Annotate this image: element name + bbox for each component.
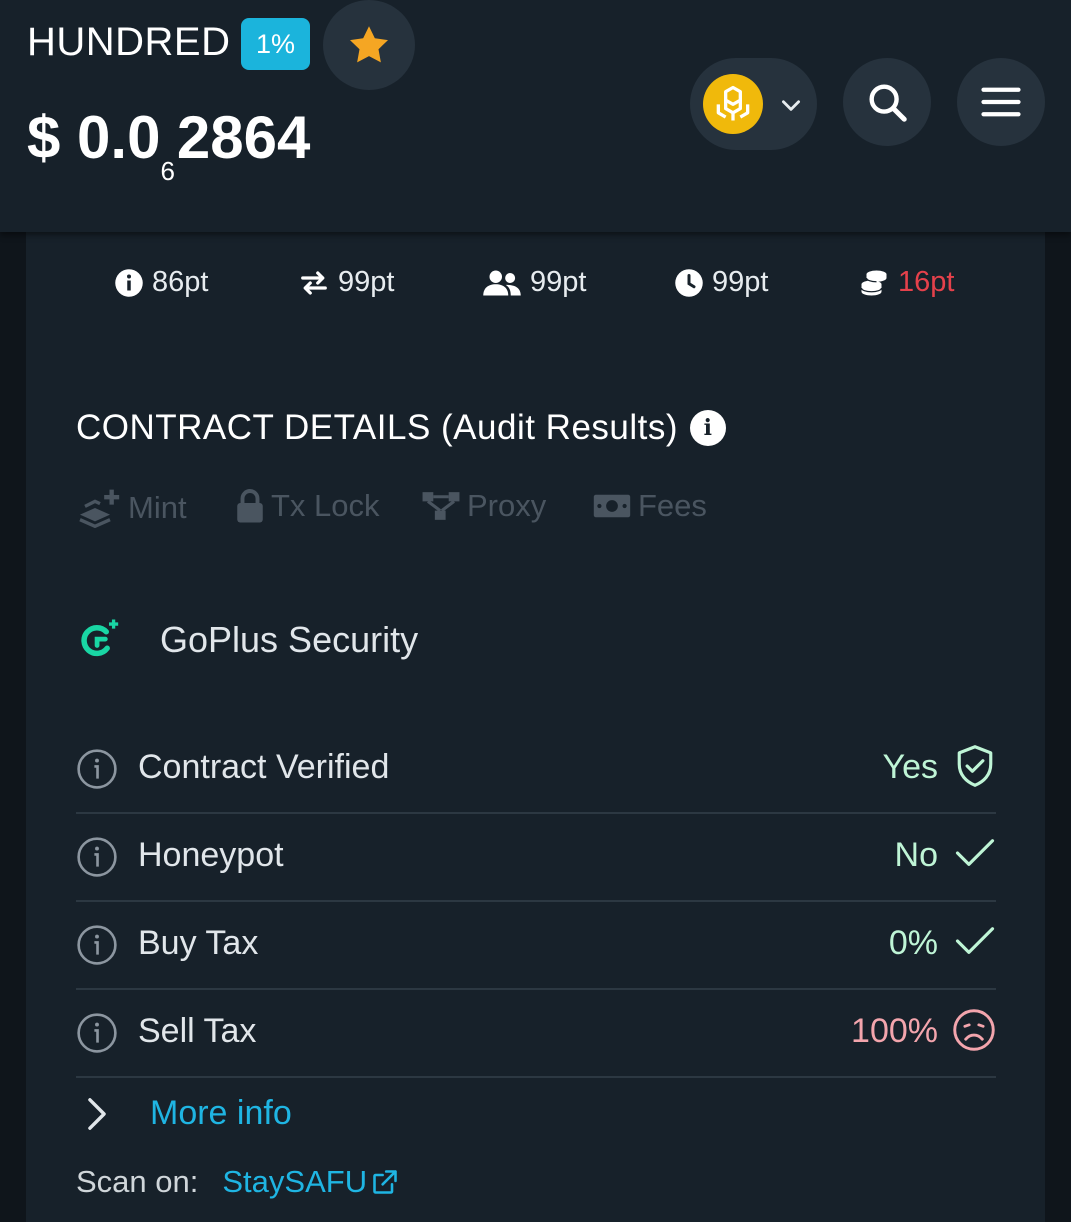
security-provider-name: GoPlus Security: [160, 619, 419, 660]
check-label: Honeypot: [138, 836, 284, 874]
token-name: HUNDRED: [27, 20, 231, 64]
feature-proxy-label: Proxy: [467, 488, 547, 523]
check-contract-verified: Contract Verified Yes: [76, 726, 996, 814]
money-icon: [593, 494, 631, 518]
check-label: Buy Tax: [138, 924, 259, 962]
scan-on-label: Scan on:: [76, 1164, 199, 1199]
token-price: $ 0.062864: [27, 103, 311, 186]
score-strip: 86pt 99pt 99pt 99pt 16pt: [26, 222, 1045, 342]
transfer-icon: [301, 270, 327, 295]
star-icon: [350, 26, 388, 63]
external-link-icon: [373, 1170, 397, 1194]
feature-fees: Fees: [592, 488, 707, 524]
staysafu-link[interactable]: StaySAFU: [222, 1164, 399, 1200]
score-transfer-value: 99pt: [338, 266, 395, 298]
check-sell-tax: Sell Tax 100%: [76, 990, 996, 1078]
sad-face-icon: [953, 1009, 995, 1051]
feature-tx-lock-label: Tx Lock: [271, 488, 380, 523]
price-change-badge: 1%: [241, 18, 310, 70]
info-outline-icon[interactable]: [76, 924, 118, 966]
feature-proxy: Proxy: [421, 488, 546, 524]
more-info-link[interactable]: More info: [86, 1094, 292, 1133]
shield-check-icon: [957, 745, 993, 787]
check-label: Sell Tax: [138, 1012, 257, 1050]
check-label: Contract Verified: [138, 748, 390, 786]
score-age[interactable]: 99pt: [674, 266, 768, 299]
lock-icon: [237, 489, 263, 523]
security-provider: GoPlus Security: [76, 618, 418, 662]
score-transfer[interactable]: 99pt: [298, 266, 394, 299]
hamburger-menu-icon: [981, 87, 1021, 117]
goplus-logo-icon: [81, 619, 119, 657]
check-honeypot: Honeypot No: [76, 814, 996, 902]
price-zero-count: 6: [160, 156, 175, 186]
score-liquidity[interactable]: 16pt: [858, 266, 954, 299]
more-info-label: More info: [150, 1094, 292, 1132]
chain-selector[interactable]: [690, 58, 817, 150]
feature-tx-lock: Tx Lock: [235, 488, 380, 524]
contract-details-title: CONTRACT DETAILS (Audit Results) i: [76, 408, 727, 448]
score-holders[interactable]: 99pt: [482, 266, 586, 299]
clock-icon: [675, 268, 703, 297]
bnb-chain-icon: [703, 74, 763, 134]
info-outline-icon[interactable]: [76, 748, 118, 790]
info-icon: [115, 268, 143, 297]
search-icon: [869, 84, 907, 122]
check-value: 100%: [851, 1012, 938, 1050]
info-outline-icon[interactable]: [76, 836, 118, 878]
scan-on-row: Scan on: StaySAFU: [76, 1164, 399, 1200]
mint-icon: [79, 489, 120, 528]
feature-mint-label: Mint: [128, 490, 187, 525]
coins-icon: [860, 270, 887, 295]
contract-details-title-text: CONTRACT DETAILS (Audit Results): [76, 408, 679, 447]
check-icon: [955, 839, 995, 866]
token-header: HUNDRED 1% $ 0.062864: [0, 0, 1071, 232]
score-liquidity-value: 16pt: [898, 266, 955, 298]
price-prefix: $ 0.0: [27, 104, 161, 171]
chevron-down-icon: [782, 100, 800, 111]
users-icon: [483, 270, 521, 295]
check-value: No: [894, 836, 938, 874]
feature-fees-label: Fees: [638, 488, 707, 523]
score-info-value: 86pt: [152, 266, 209, 298]
check-icon: [955, 927, 995, 954]
token-details-card: 86pt 99pt 99pt 99pt 16pt CONTRACT DETAIL…: [26, 222, 1045, 1222]
score-info[interactable]: 86pt: [114, 266, 208, 299]
menu-button[interactable]: [957, 58, 1045, 146]
staysafu-link-label: StaySAFU: [222, 1164, 368, 1199]
chevron-right-icon: [88, 1097, 106, 1130]
proxy-icon: [422, 492, 460, 520]
price-digits: 2864: [176, 104, 311, 171]
search-button[interactable]: [843, 58, 931, 146]
info-icon[interactable]: i: [690, 410, 727, 446]
info-outline-icon[interactable]: [76, 1012, 118, 1054]
feature-mint: Mint: [78, 488, 187, 528]
check-value: Yes: [882, 748, 938, 786]
check-buy-tax: Buy Tax 0%: [76, 902, 996, 990]
check-value: 0%: [888, 924, 938, 962]
favorite-button[interactable]: [323, 0, 415, 90]
score-age-value: 99pt: [712, 266, 769, 298]
score-holders-value: 99pt: [530, 266, 587, 298]
